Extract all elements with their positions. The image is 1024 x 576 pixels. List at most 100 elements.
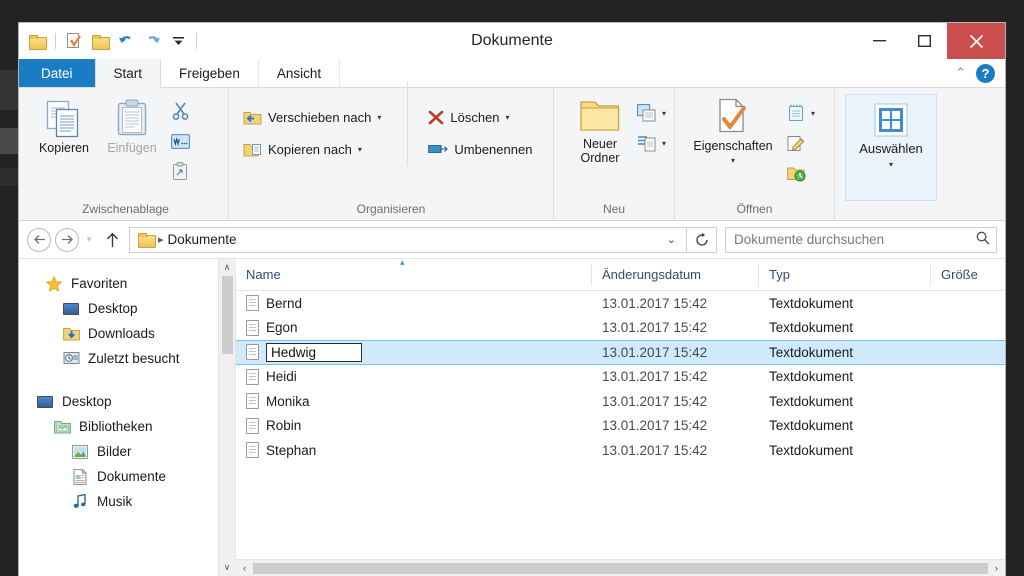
file-name-cell[interactable]: Heidi	[236, 368, 592, 385]
tab-ansicht[interactable]: Ansicht	[259, 59, 341, 87]
minimize-button[interactable]	[857, 23, 902, 59]
sidebar-item-desktop[interactable]: Desktop	[45, 296, 235, 321]
file-name-cell[interactable]: Egon	[236, 319, 592, 336]
file-name-cell[interactable]: Robin	[236, 417, 592, 434]
qat-redo-button[interactable]	[140, 29, 164, 53]
tab-freigeben[interactable]: Freigeben	[161, 59, 259, 87]
forward-arrow-icon	[61, 235, 73, 244]
qat-folder-properties-button[interactable]	[25, 29, 49, 53]
new-folder-icon	[66, 33, 81, 48]
hscroll-thumb[interactable]	[253, 562, 988, 574]
file-name-text: Stephan	[266, 442, 317, 458]
breadcrumb-bar[interactable]: ▸ Dokumente ⌄	[129, 226, 687, 253]
table-row[interactable]: Robin 13.01.2017 15:42 Textdokument	[236, 414, 1005, 439]
recent-locations-button[interactable]: ▾	[79, 226, 99, 254]
easy-access-caret-icon[interactable]: ▾	[662, 139, 666, 148]
search-icon[interactable]	[976, 231, 990, 248]
move-to-caret-icon[interactable]: ▾	[377, 113, 381, 122]
tab-start[interactable]: Start	[94, 59, 162, 88]
table-row-selected[interactable]: Hedwig 13.01.2017 15:42 Textdokument	[236, 340, 1005, 365]
sidebar-item-dokumente[interactable]: Dokumente	[45, 464, 235, 489]
qat-customize-button[interactable]	[166, 29, 190, 53]
close-button[interactable]	[947, 23, 1005, 59]
table-row[interactable]: Bernd 13.01.2017 15:42 Textdokument	[236, 291, 1005, 316]
collapse-ribbon-button[interactable]: ⌃	[955, 65, 966, 81]
maximize-button[interactable]	[902, 23, 947, 59]
table-row[interactable]: Stephan 13.01.2017 15:42 Textdokument	[236, 438, 1005, 463]
rename-input[interactable]: Hedwig	[266, 342, 362, 362]
rename-button[interactable]: Umbenennen	[428, 138, 532, 160]
paste-shortcut-button[interactable]	[167, 158, 193, 184]
column-header-type[interactable]: Typ	[759, 263, 931, 286]
sidebar-item-bilder[interactable]: Bilder	[45, 439, 235, 464]
sidebar-scrollbar[interactable]: ∧ ∨	[218, 259, 236, 576]
select-label: Auswählen	[859, 141, 923, 156]
sidebar-item-downloads[interactable]: Downloads	[45, 321, 235, 346]
text-document-icon	[246, 344, 259, 361]
delete-button[interactable]: Löschen ▾	[428, 106, 532, 128]
hscroll-right-button[interactable]: ›	[988, 560, 1005, 576]
refresh-button[interactable]	[687, 226, 717, 253]
back-button[interactable]	[27, 227, 51, 252]
sidebar-item-favoriten[interactable]: Favoriten	[45, 271, 235, 296]
new-folder-button[interactable]: Neuer Ordner	[568, 94, 632, 165]
sidebar-item-musik[interactable]: Musik	[45, 489, 235, 514]
explorer-body: Favoriten Desktop Downloads Zuletzt besu…	[19, 257, 1005, 576]
move-to-button[interactable]: Verschieben nach ▾	[243, 106, 381, 128]
history-button[interactable]	[783, 160, 809, 186]
table-row[interactable]: Monika 13.01.2017 15:42 Textdokument	[236, 389, 1005, 414]
file-name-cell[interactable]: Bernd	[236, 295, 592, 312]
new-item-button[interactable]	[634, 100, 660, 126]
hscroll-left-button[interactable]: ‹	[236, 560, 253, 576]
properties-button[interactable]: Eigenschaften ▾	[685, 94, 781, 165]
sidebar-scroll-down-button[interactable]: ∨	[218, 559, 236, 576]
select-caret-icon[interactable]: ▾	[889, 160, 893, 169]
magnifier-icon	[976, 231, 990, 245]
column-header-size-label: Größe	[941, 267, 978, 282]
new-item-caret-icon[interactable]: ▾	[662, 109, 666, 118]
properties-label: Eigenschaften	[693, 139, 773, 153]
delete-caret-icon[interactable]: ▾	[506, 113, 510, 122]
sidebar-item-bibliotheken[interactable]: Bibliotheken	[45, 414, 235, 439]
column-header-size[interactable]: Größe	[931, 264, 1001, 286]
help-button[interactable]: ?	[976, 63, 995, 83]
open-with-caret-icon[interactable]: ▾	[811, 109, 815, 118]
table-row[interactable]: Heidi 13.01.2017 15:42 Textdokument	[236, 365, 1005, 390]
horizontal-scrollbar[interactable]: ‹ ›	[236, 559, 1005, 576]
qat-separator-2	[196, 33, 197, 49]
qat-folder-button[interactable]	[88, 29, 112, 53]
breadcrumb-path[interactable]: Dokumente	[168, 232, 237, 247]
qat-new-folder-button[interactable]	[62, 29, 86, 53]
paste-button[interactable]: Einfügen	[99, 94, 165, 155]
sidebar-item-desktop-root[interactable]: Desktop	[36, 389, 235, 414]
table-row[interactable]: Egon 13.01.2017 15:42 Textdokument	[236, 316, 1005, 341]
edit-button[interactable]	[783, 130, 809, 156]
open-with-button[interactable]	[783, 100, 809, 126]
sidebar-scroll-thumb[interactable]	[221, 276, 233, 354]
copy-path-button[interactable]	[167, 128, 193, 154]
file-type-cell: Textdokument	[769, 393, 854, 409]
copy-button[interactable]: Kopieren	[31, 94, 97, 155]
sidebar-label: Bibliotheken	[79, 419, 153, 434]
column-header-date[interactable]: Änderungsdatum	[592, 263, 759, 286]
file-name-cell[interactable]: Hedwig	[236, 342, 592, 362]
delete-label: Löschen	[450, 109, 500, 125]
file-name-cell[interactable]: Stephan	[236, 442, 592, 459]
select-button[interactable]: Auswählen ▾	[845, 94, 937, 201]
search-box[interactable]: Dokumente durchsuchen	[725, 226, 997, 253]
qat-undo-button[interactable]	[114, 29, 138, 53]
sidebar-item-zuletzt-besucht[interactable]: Zuletzt besucht	[45, 346, 235, 371]
forward-button[interactable]	[55, 227, 79, 252]
copy-to-button[interactable]: Kopieren nach ▾	[243, 138, 381, 160]
easy-access-button[interactable]	[634, 130, 660, 156]
column-header-name[interactable]: Name ▴	[236, 257, 592, 286]
copy-to-caret-icon[interactable]: ▾	[358, 145, 362, 154]
properties-caret-icon[interactable]: ▾	[731, 156, 735, 165]
breadcrumb-dropdown-icon[interactable]: ⌄	[667, 233, 682, 246]
up-button[interactable]	[99, 226, 125, 254]
cut-button[interactable]	[167, 98, 193, 124]
file-name-cell[interactable]: Monika	[236, 393, 592, 410]
tab-datei[interactable]: Datei	[19, 59, 95, 87]
delete-icon	[429, 110, 444, 124]
sidebar-scroll-up-button[interactable]: ∧	[218, 259, 236, 276]
